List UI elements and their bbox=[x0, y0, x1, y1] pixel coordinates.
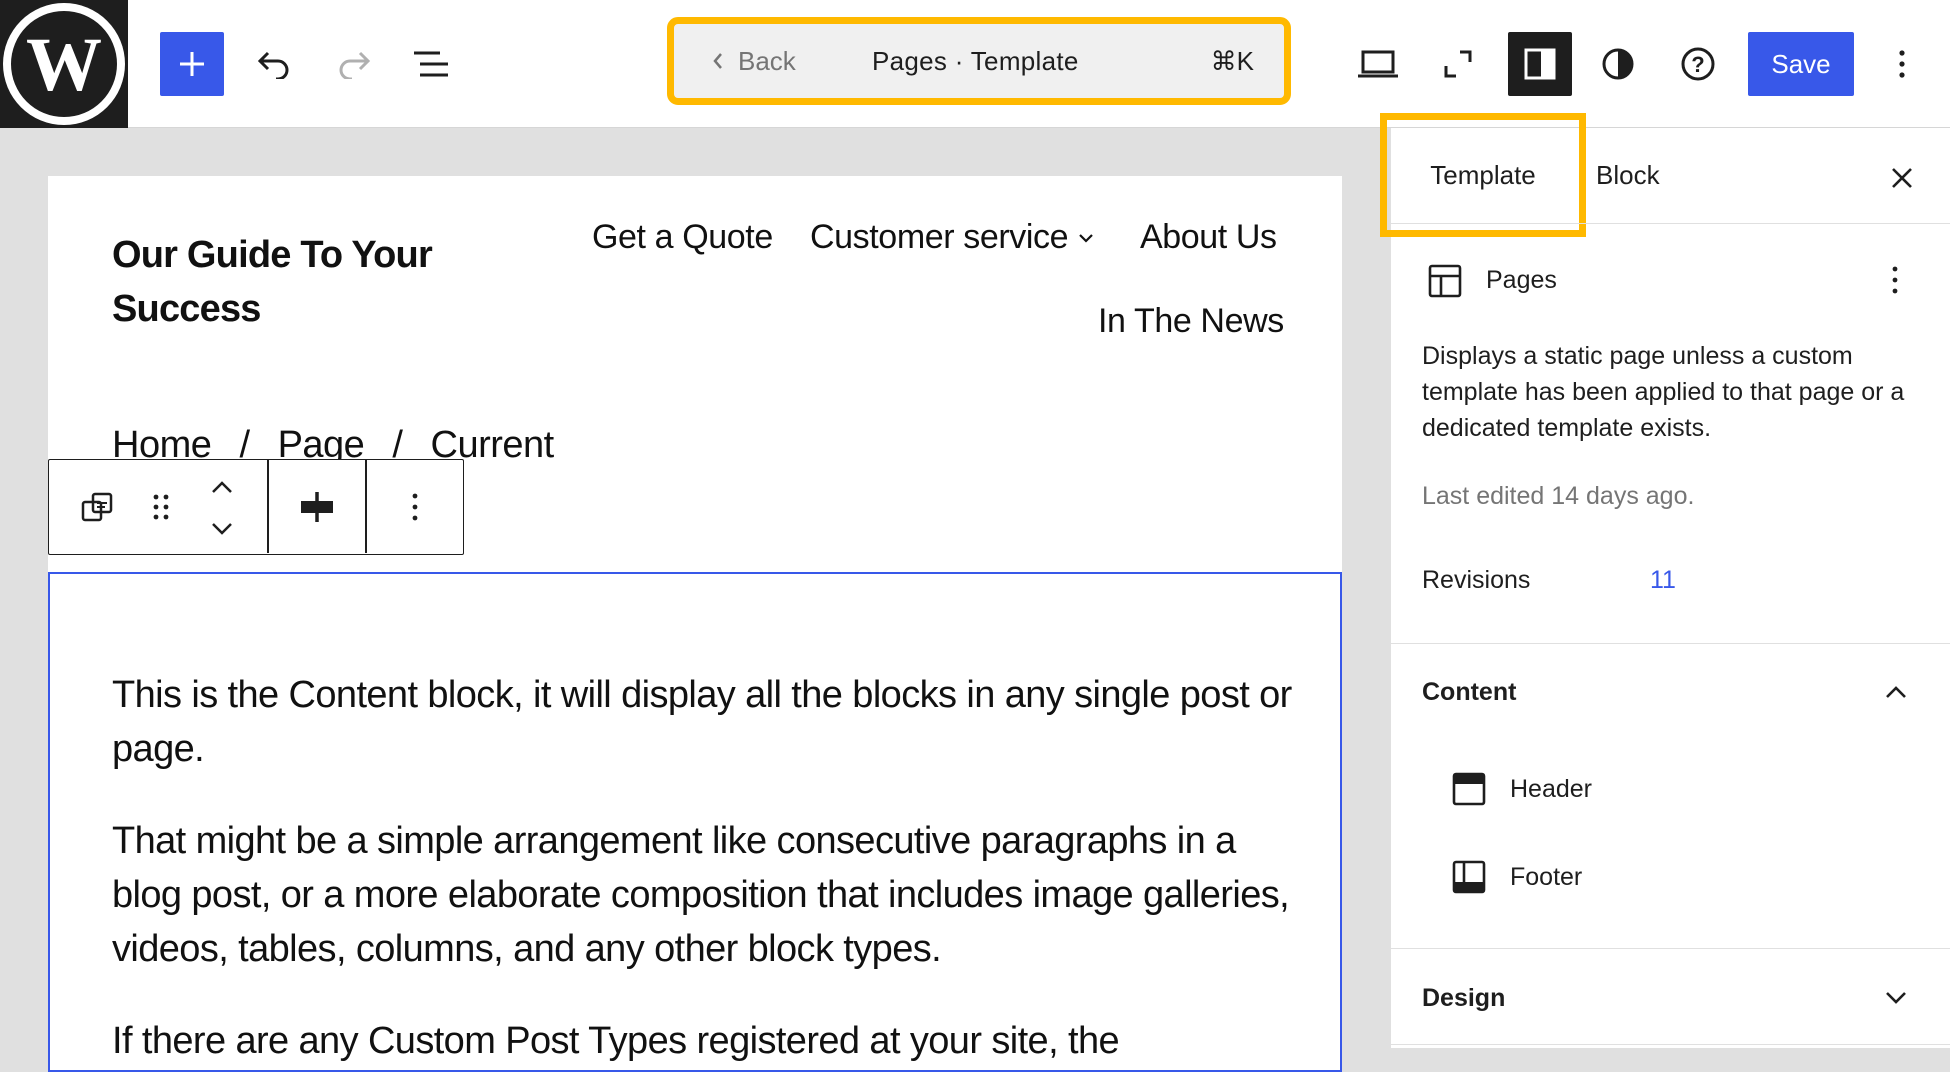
chevron-down-icon bbox=[1886, 992, 1906, 1004]
svg-text:W: W bbox=[26, 23, 102, 107]
add-block-button[interactable] bbox=[160, 32, 224, 96]
divider bbox=[1390, 1044, 1950, 1045]
block-toolbar bbox=[48, 459, 464, 555]
wordpress-logo-icon[interactable]: W bbox=[0, 0, 128, 128]
redo-button[interactable] bbox=[322, 32, 386, 96]
svg-text:?: ? bbox=[1691, 52, 1704, 77]
back-link[interactable]: Back bbox=[712, 24, 796, 98]
content-item-header[interactable]: Header bbox=[1452, 772, 1592, 806]
settings-sidebar-toggle[interactable] bbox=[1508, 32, 1572, 96]
chevron-up-icon bbox=[212, 481, 232, 493]
help-button[interactable]: ? bbox=[1666, 32, 1730, 96]
content-paragraph: This is the Content block, it will displ… bbox=[112, 674, 1292, 770]
drag-handle[interactable] bbox=[141, 460, 181, 553]
more-vertical-icon bbox=[1892, 266, 1898, 294]
help-icon: ? bbox=[1681, 47, 1715, 81]
nav-item-label: Customer service bbox=[810, 218, 1069, 256]
more-vertical-icon bbox=[1899, 50, 1905, 78]
template-name: Pages bbox=[1486, 266, 1557, 294]
device-preview-button[interactable] bbox=[1346, 32, 1410, 96]
back-label: Back bbox=[738, 45, 796, 76]
command-shortcut: ⌘K bbox=[1210, 45, 1254, 76]
undo-icon bbox=[257, 51, 289, 79]
chevron-up-icon bbox=[1886, 686, 1906, 698]
list-view-button[interactable] bbox=[400, 32, 464, 96]
nav-item-in-the-news[interactable]: In The News bbox=[1098, 302, 1284, 341]
options-menu-button[interactable] bbox=[1870, 32, 1934, 96]
move-up-button[interactable] bbox=[195, 464, 249, 510]
close-sidebar-button[interactable] bbox=[1882, 158, 1922, 198]
content-item-label: Header bbox=[1510, 774, 1592, 803]
nav-item-get-a-quote[interactable]: Get a Quote bbox=[592, 218, 773, 257]
design-panel-toggle[interactable] bbox=[1878, 980, 1914, 1016]
alignment-button[interactable] bbox=[269, 460, 365, 553]
tab-template[interactable]: Template bbox=[1380, 113, 1586, 237]
last-edited: Last edited 14 days ago. bbox=[1422, 482, 1695, 510]
command-bar[interactable]: Back Pages · Template ⌘K bbox=[667, 17, 1291, 105]
fullscreen-button[interactable] bbox=[1426, 32, 1490, 96]
footer-template-part-icon bbox=[1452, 860, 1486, 894]
save-button[interactable]: Save bbox=[1748, 32, 1854, 96]
sidebar-icon bbox=[1524, 48, 1556, 80]
more-vertical-icon bbox=[412, 493, 418, 520]
content-item-label: Footer bbox=[1510, 862, 1583, 891]
chevron-left-icon bbox=[713, 53, 722, 69]
nav-item-customer-service[interactable]: Customer service bbox=[810, 218, 1094, 257]
chevron-down-icon bbox=[212, 523, 232, 535]
fullscreen-icon bbox=[1444, 50, 1472, 78]
block-type-button[interactable] bbox=[67, 460, 127, 553]
divider bbox=[1390, 223, 1950, 224]
redo-icon bbox=[339, 51, 371, 79]
header-template-part-icon bbox=[1452, 772, 1486, 806]
move-down-button[interactable] bbox=[195, 506, 249, 552]
content-item-footer[interactable]: Footer bbox=[1452, 860, 1582, 894]
block-options-button[interactable] bbox=[367, 460, 463, 553]
align-center-icon bbox=[301, 491, 333, 522]
design-panel-title[interactable]: Design bbox=[1422, 984, 1505, 1013]
content-paragraph: That might be a simple arrangement like … bbox=[112, 820, 1290, 970]
close-icon bbox=[1892, 168, 1912, 188]
tab-block[interactable]: Block bbox=[1596, 142, 1660, 208]
divider bbox=[1390, 643, 1950, 644]
post-content-icon bbox=[81, 492, 113, 521]
list-view-icon bbox=[414, 51, 448, 77]
content-panel-toggle[interactable] bbox=[1878, 674, 1914, 710]
site-title[interactable]: Our Guide To Your Success bbox=[112, 228, 472, 336]
layout-icon bbox=[1428, 264, 1462, 303]
drag-handle-icon bbox=[153, 494, 169, 519]
laptop-icon bbox=[1358, 50, 1398, 78]
content-paragraph: If there are any Custom Post Types regis… bbox=[112, 1020, 1120, 1062]
document-title: Pages · Template bbox=[872, 45, 1079, 76]
template-description: Displays a static page unless a custom t… bbox=[1422, 342, 1905, 442]
post-content-block[interactable]: This is the Content block, it will displ… bbox=[48, 572, 1342, 1072]
undo-button[interactable] bbox=[242, 32, 306, 96]
divider bbox=[1390, 948, 1950, 949]
plus-icon bbox=[180, 52, 204, 76]
nav-item-about-us[interactable]: About Us bbox=[1140, 218, 1277, 257]
contrast-icon bbox=[1602, 48, 1634, 80]
revisions-count-link[interactable]: 11 bbox=[1650, 566, 1676, 595]
template-actions-button[interactable] bbox=[1880, 260, 1910, 300]
style-toggle-button[interactable] bbox=[1586, 32, 1650, 96]
chevron-down-icon bbox=[1079, 233, 1093, 243]
revisions-label: Revisions bbox=[1422, 566, 1531, 594]
content-panel-title[interactable]: Content bbox=[1422, 678, 1516, 707]
